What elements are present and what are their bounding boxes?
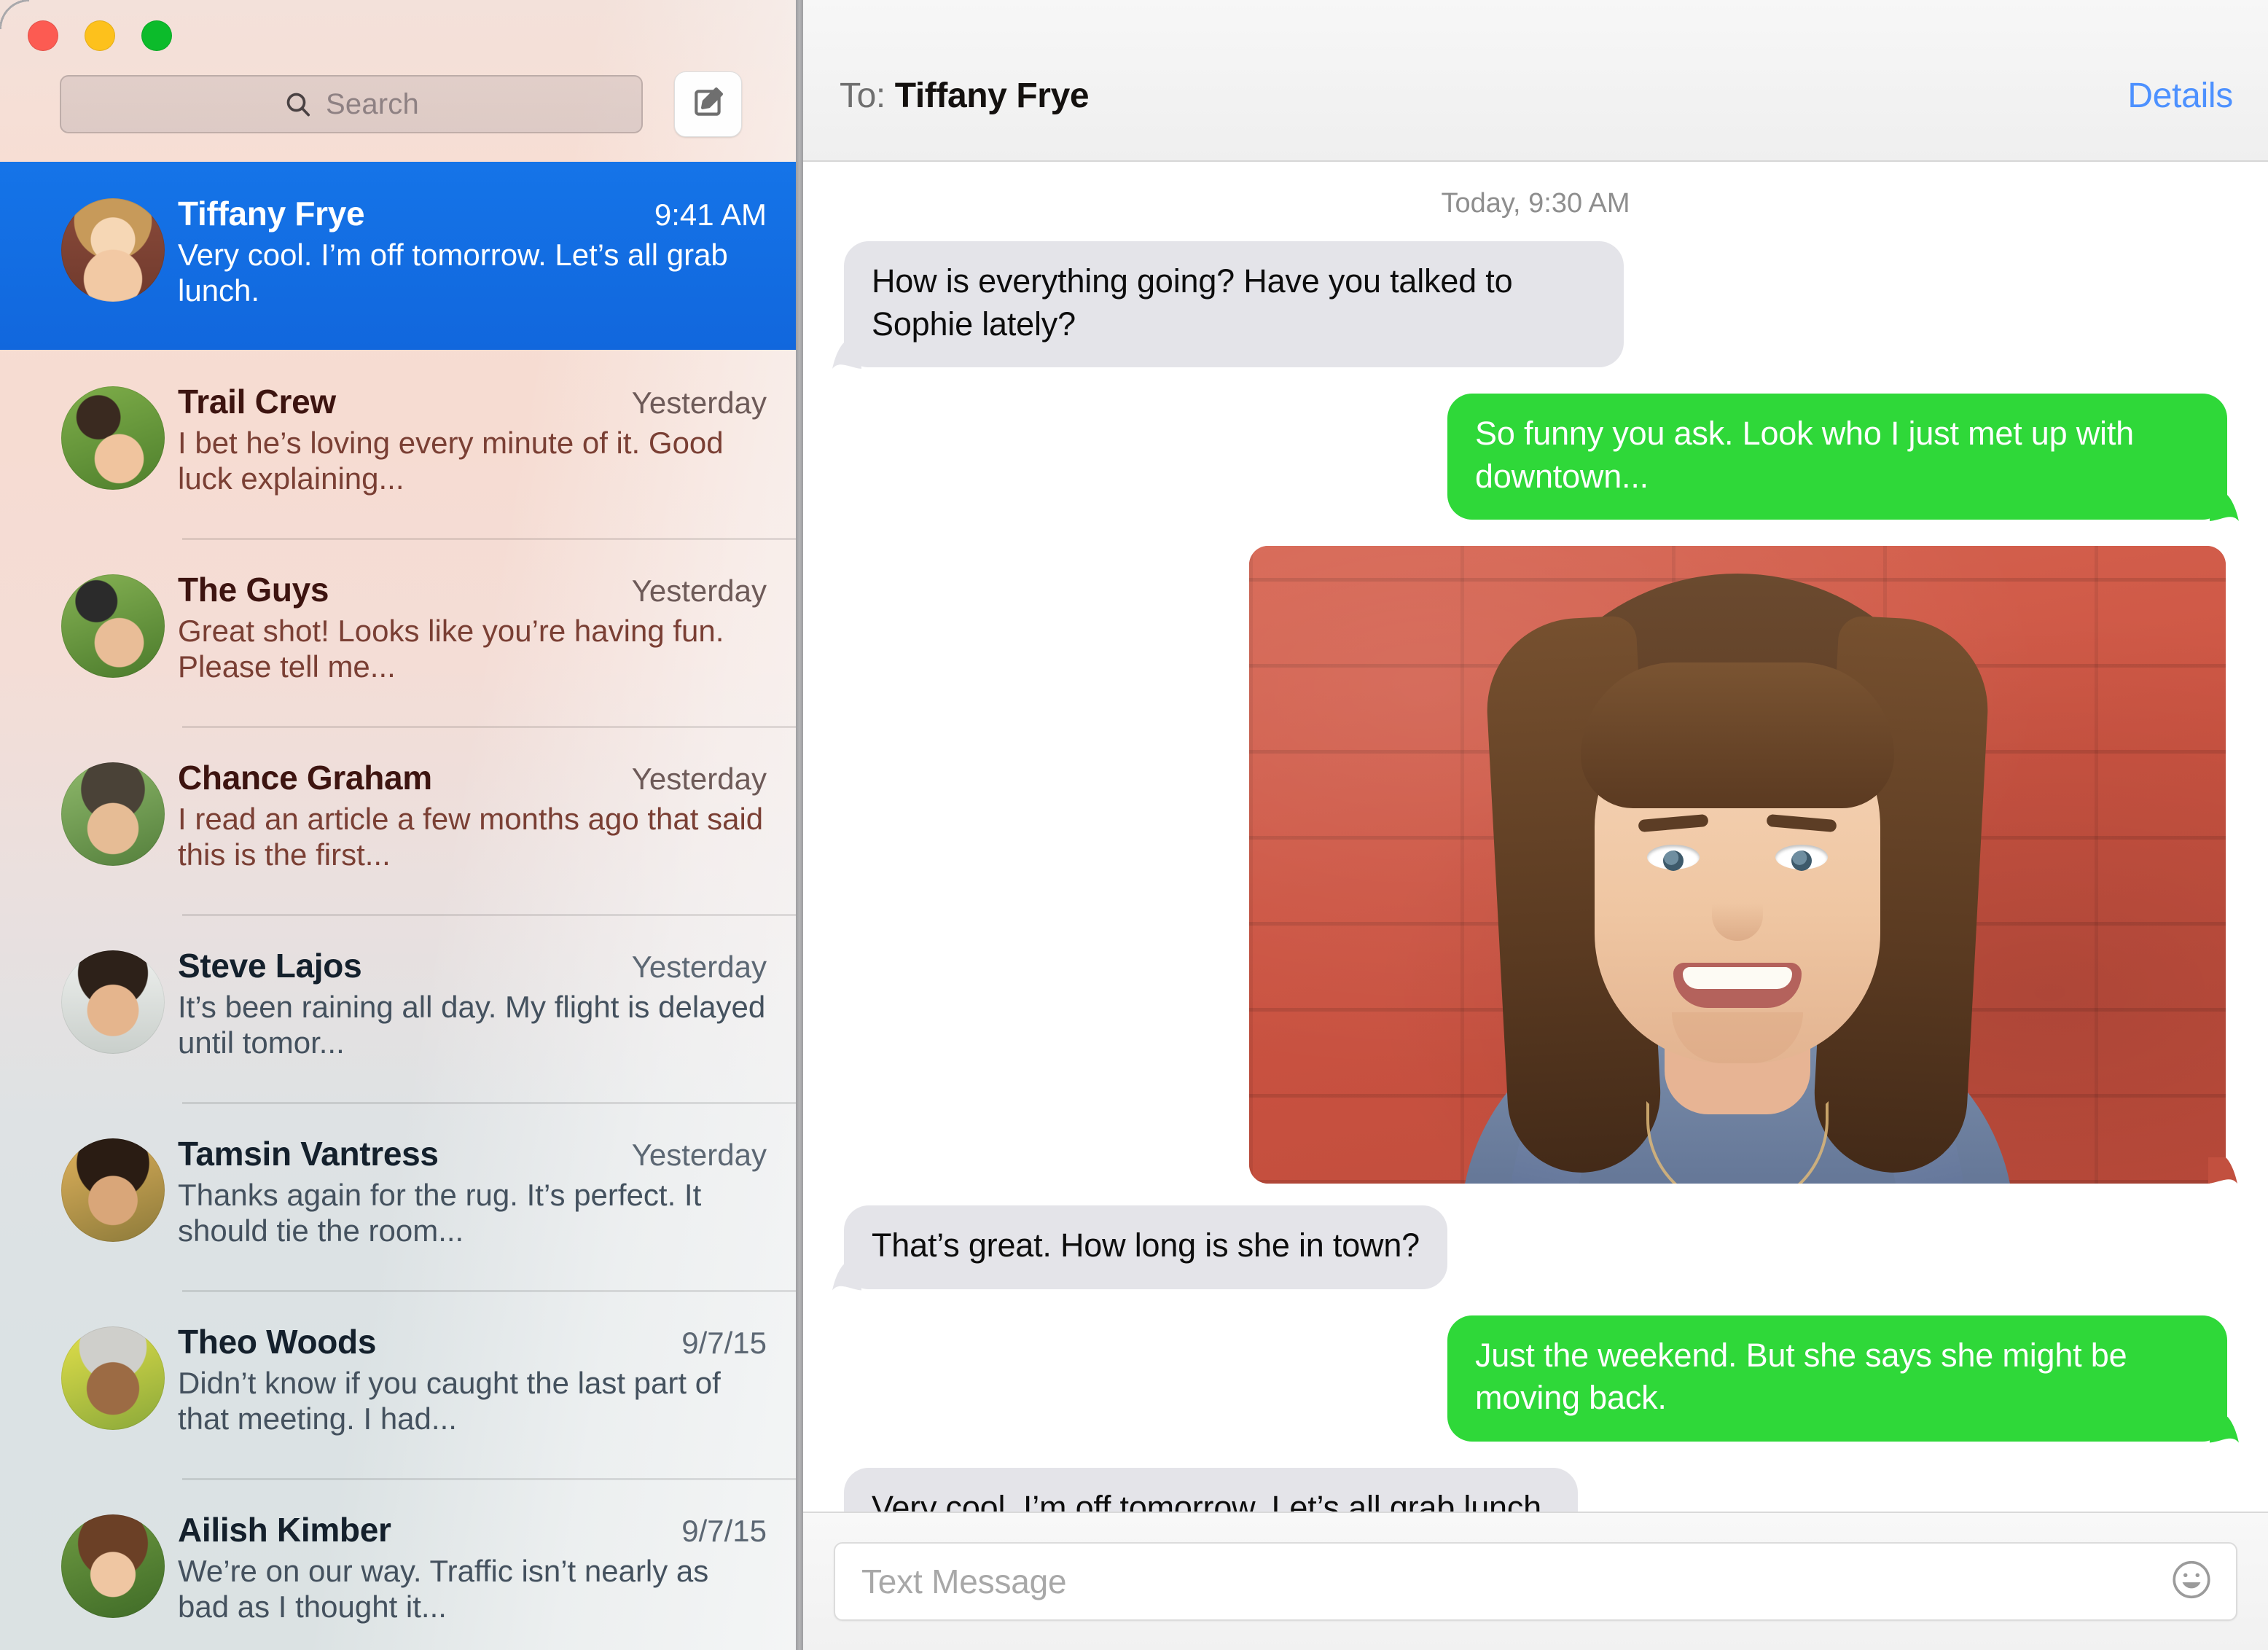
conversation-header: To: Tiffany Frye Details <box>803 0 2268 162</box>
message-row: That’s great. How long is she in town? <box>832 1205 2239 1289</box>
thread-timestamp: Today, 9:30 AM <box>1441 188 1630 219</box>
avatar <box>61 950 165 1054</box>
conversation-item[interactable]: The Guys Yesterday Great shot! Looks like … <box>0 538 796 726</box>
conversation-name: Theo Woods <box>178 1323 377 1361</box>
incoming-message-bubble[interactable]: Very cool. I’m off tomorrow. Let’s all g… <box>844 1467 1579 1512</box>
conversation-snippet: Thanks again for the rug. It’s perfect. … <box>178 1178 702 1248</box>
conversation-snippet: Great shot! Looks like you’re having fun… <box>178 614 724 684</box>
conversation-time: Yesterday <box>631 386 767 420</box>
message-thread[interactable]: Today, 9:30 AM How is everything going? … <box>803 163 2268 1512</box>
close-button[interactable] <box>28 20 58 51</box>
conversation-item[interactable]: Ailish Kimber 9/7/15 We’re on our way. Tra… <box>0 1478 796 1650</box>
recipient-name: Tiffany Frye <box>894 77 1090 115</box>
minimize-button[interactable] <box>85 20 115 51</box>
message-row: Very cool. I’m off tomorrow. Let’s all g… <box>832 1467 2239 1512</box>
conversation-snippet: Didn’t know if you caught the last part … <box>178 1366 721 1436</box>
conversation-list[interactable]: Tiffany Frye 9:41 AM Very cool. I’m off to… <box>0 162 796 1650</box>
smiley-icon[interactable] <box>2169 1557 2214 1606</box>
recipient-line[interactable]: To: Tiffany Frye <box>840 76 1090 116</box>
avatar <box>61 1326 165 1430</box>
incoming-message-bubble[interactable]: That’s great. How long is she in town? <box>844 1205 1447 1289</box>
conversation-time: Yesterday <box>631 574 767 608</box>
message-row <box>832 546 2239 1184</box>
conversation-name: Steve Lajos <box>178 947 362 985</box>
avatar <box>61 574 165 678</box>
message-input[interactable]: Text Message <box>834 1542 2237 1621</box>
compose-icon <box>690 85 727 125</box>
outgoing-message-bubble[interactable]: Just the weekend. But she says she might… <box>1447 1315 2227 1442</box>
details-button[interactable]: Details <box>2127 76 2233 116</box>
search-placeholder: Search <box>326 87 419 120</box>
conversation-item[interactable]: Theo Woods 9/7/15 Didn’t know if you caugh… <box>0 1290 796 1478</box>
conversation-item[interactable]: Trail Crew Yesterday I bet he’s loving eve… <box>0 350 796 538</box>
conversation-name: Trail Crew <box>178 383 336 421</box>
conversation-time: 9/7/15 <box>681 1514 767 1548</box>
avatar <box>61 1514 165 1618</box>
sidebar-toolbar: Search <box>0 0 796 162</box>
message-row: So funny you ask. Look who I just met up… <box>832 394 2239 520</box>
photo-attachment[interactable] <box>1249 546 2226 1184</box>
composer-bar: Text Message <box>803 1512 2268 1650</box>
message-row: How is everything going? Have you talked… <box>832 241 2239 367</box>
avatar <box>61 1138 165 1242</box>
conversation-snippet: I bet he’s loving every minute of it. Go… <box>178 426 724 496</box>
conversation-time: Yesterday <box>631 762 767 796</box>
conversation-name: Tamsin Vantress <box>178 1135 439 1173</box>
outgoing-message-bubble[interactable]: So funny you ask. Look who I just met up… <box>1447 394 2227 520</box>
conversation-item[interactable]: Steve Lajos Yesterday It’s been raining al… <box>0 914 796 1102</box>
sidebar: Search Tiffany Frye 9:41 AM Very cool. I’m… <box>0 0 796 1650</box>
message-placeholder: Text Message <box>861 1563 1067 1600</box>
to-label: To: <box>840 77 885 115</box>
avatar <box>61 762 165 866</box>
maximize-button[interactable] <box>141 20 172 51</box>
conversation-time: 9:41 AM <box>654 198 767 232</box>
conversation-name: Chance Graham <box>178 759 432 797</box>
messages-window: Search Tiffany Frye 9:41 AM Very cool. I’m… <box>0 0 2268 1650</box>
conversation-snippet: We’re on our way. Traffic isn’t nearly a… <box>178 1554 709 1624</box>
conversation-item[interactable]: Chance Graham Yesterday I read an article … <box>0 726 796 914</box>
incoming-message-bubble[interactable]: How is everything going? Have you talked… <box>844 241 1624 367</box>
conversation-snippet: Very cool. I’m off tomorrow. Let’s all g… <box>178 238 728 308</box>
compose-button[interactable] <box>674 71 742 137</box>
conversation-time: Yesterday <box>631 1138 767 1172</box>
conversation-name: Tiffany Frye <box>178 195 365 232</box>
message-list: How is everything going? Have you talked… <box>832 241 2239 1512</box>
window-controls <box>28 20 172 51</box>
conversation-name: The Guys <box>178 571 329 609</box>
search-icon <box>284 90 313 119</box>
conversation-snippet: It’s been raining all day. My flight is … <box>178 990 766 1060</box>
search-input[interactable]: Search <box>60 75 643 133</box>
conversation-name: Ailish Kimber <box>178 1511 391 1549</box>
photo-subject <box>1249 546 2226 1184</box>
avatar <box>61 386 165 490</box>
message-row: Just the weekend. But she says she might… <box>832 1315 2239 1442</box>
conversation-time: Yesterday <box>631 950 767 984</box>
conversation-time: 9/7/15 <box>681 1326 767 1360</box>
avatar <box>61 198 165 302</box>
conversation-snippet: I read an article a few months ago that … <box>178 802 764 872</box>
conversation-item[interactable]: Tamsin Vantress Yesterday Thanks again for… <box>0 1102 796 1290</box>
conversation-pane: To: Tiffany Frye Details Today, 9:30 AM … <box>803 0 2268 1650</box>
sidebar-divider[interactable] <box>796 0 803 1650</box>
conversation-item[interactable]: Tiffany Frye 9:41 AM Very cool. I’m off to… <box>0 162 796 350</box>
